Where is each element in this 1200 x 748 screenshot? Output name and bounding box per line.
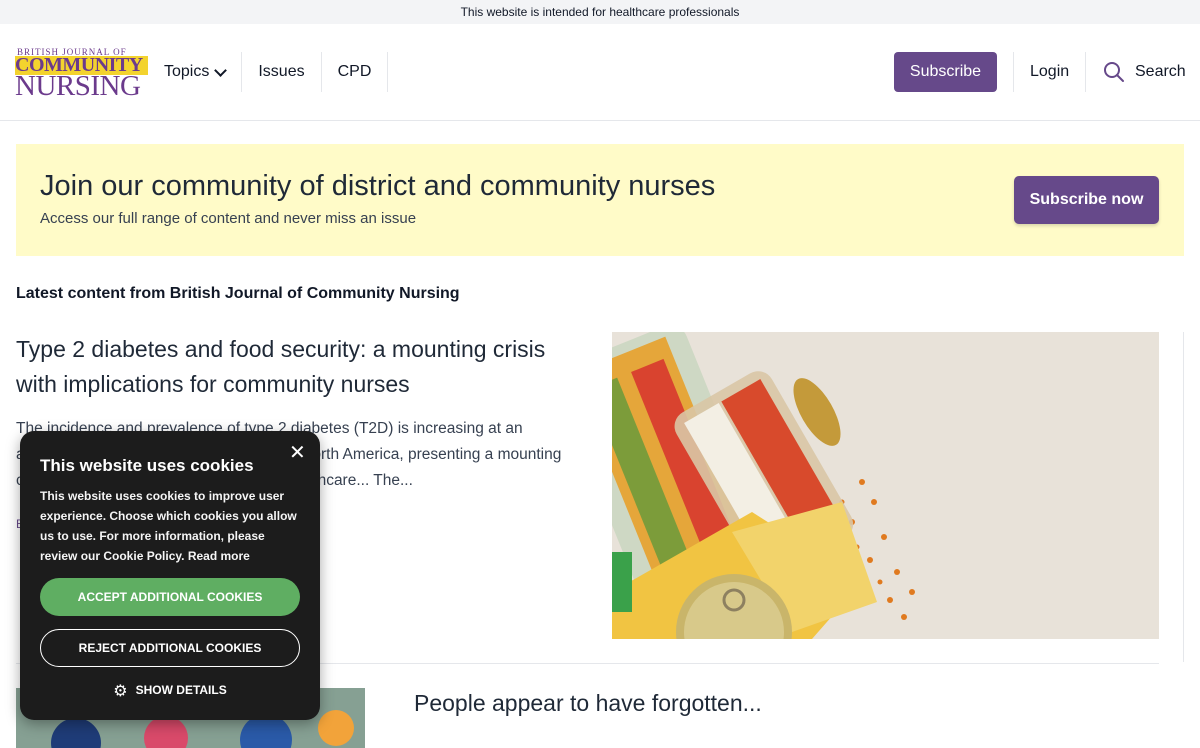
gear-icon: ⚙ <box>113 683 128 700</box>
nav-cpd[interactable]: CPD <box>322 52 389 92</box>
healthcare-notice-text: This website is intended for healthcare … <box>460 5 740 19</box>
accept-cookies-button[interactable]: ACCEPT ADDITIONAL COOKIES <box>40 578 300 616</box>
nav-issues[interactable]: Issues <box>242 52 322 92</box>
logo-line-3: NURSING <box>15 70 141 102</box>
nav-issues-label: Issues <box>258 63 305 80</box>
article-title[interactable]: People appear to have forgotten... <box>414 690 762 717</box>
search-icon <box>1104 62 1124 82</box>
nav-cpd-label: CPD <box>337 63 372 80</box>
search-label: Search <box>1135 63 1186 80</box>
close-icon[interactable]: ✕ <box>289 443 306 463</box>
subscribe-now-button[interactable]: Subscribe now <box>1014 176 1159 224</box>
subscribe-button[interactable]: Subscribe <box>894 52 997 92</box>
nav-topics[interactable]: Topics <box>148 52 243 92</box>
cookie-consent-dialog: ✕ This website uses cookies This website… <box>20 431 320 720</box>
reject-cookies-button[interactable]: REJECT ADDITIONAL COOKIES <box>40 629 300 667</box>
show-details-button[interactable]: ⚙ SHOW DETAILS <box>20 681 320 701</box>
cookie-dialog-title: This website uses cookies <box>40 456 254 475</box>
article-image[interactable] <box>612 332 1159 639</box>
food-jars-illustration <box>612 332 1159 639</box>
article-title[interactable]: Type 2 diabetes and food security: a mou… <box>16 332 576 402</box>
subscribe-banner: Join our community of district and commu… <box>16 144 1184 256</box>
divider <box>1085 52 1086 92</box>
nav-topics-label: Topics <box>164 63 210 80</box>
search-button[interactable]: Search <box>1103 52 1186 92</box>
divider <box>1183 332 1184 662</box>
login-link[interactable]: Login <box>1030 52 1069 92</box>
divider <box>1013 52 1014 92</box>
banner-title: Join our community of district and commu… <box>40 170 716 202</box>
section-title: Latest content from British Journal of C… <box>16 285 460 302</box>
chevron-down-icon <box>214 63 228 77</box>
show-details-label: SHOW DETAILS <box>135 683 227 697</box>
banner-subtitle: Access our full range of content and nev… <box>40 210 417 227</box>
site-header: BRITISH JOURNAL OF COMMUNITY NURSING Top… <box>0 24 1200 121</box>
site-logo[interactable]: BRITISH JOURNAL OF COMMUNITY NURSING <box>15 47 150 102</box>
main-nav: Topics Issues CPD <box>148 52 389 92</box>
cookie-dialog-text: This website uses cookies to improve use… <box>40 489 297 563</box>
healthcare-notice-bar: This website is intended for healthcare … <box>0 0 1200 25</box>
